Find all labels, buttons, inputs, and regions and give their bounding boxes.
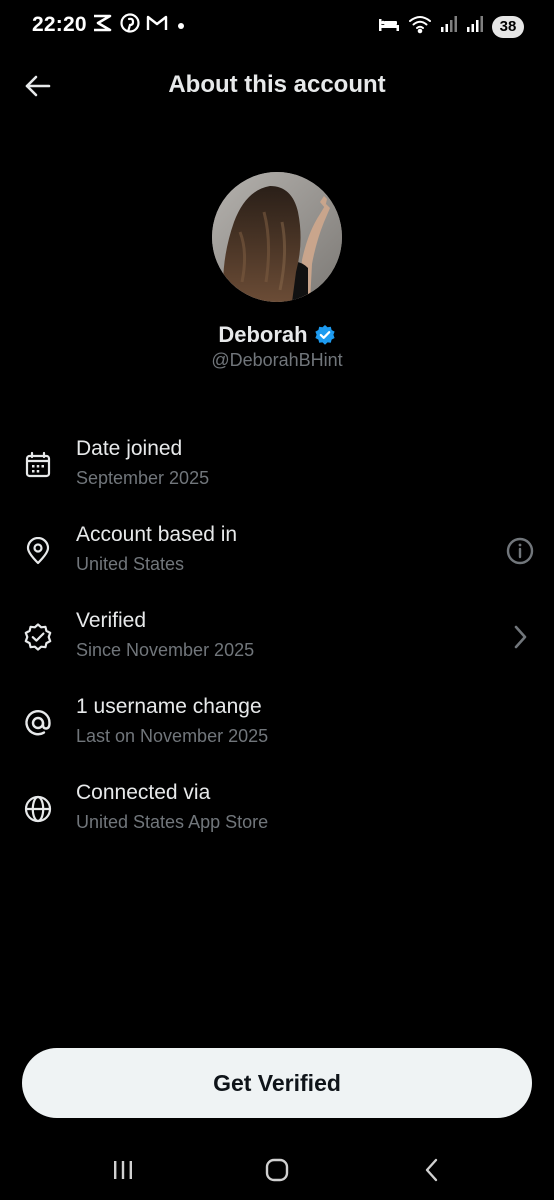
system-nav-bar (0, 1140, 554, 1200)
back-icon (425, 1158, 438, 1182)
info-row-username-change: 1 username change Last on November 2025 (0, 695, 554, 759)
capcut-icon (92, 13, 114, 38)
page-title: About this account (168, 71, 386, 98)
about-account-screen: 22:20 38 About this account Deborah @Deb… (0, 0, 554, 1200)
home-button[interactable] (259, 1154, 295, 1186)
calendar-icon (22, 449, 54, 481)
info-row-verified[interactable]: Verified Since November 2025 (0, 609, 554, 673)
info-title: Verified (76, 609, 147, 632)
recent-apps-button[interactable] (105, 1154, 141, 1186)
info-subtitle: Last on November 2025 (76, 726, 269, 746)
at-sign-icon (22, 707, 54, 739)
verified-badge-outline-icon (22, 621, 54, 653)
notification-dot (178, 22, 184, 29)
chevron-right-button[interactable] (504, 621, 536, 653)
signal-icon (440, 15, 458, 38)
home-icon (265, 1158, 289, 1182)
info-title: Connected via (76, 781, 211, 804)
wifi-icon (408, 14, 432, 39)
chevron-right-icon (514, 625, 527, 649)
info-circle-button[interactable] (504, 535, 536, 567)
info-subtitle: September 2025 (76, 468, 210, 488)
verified-badge-icon (315, 325, 335, 345)
signal-icon (466, 15, 484, 38)
info-subtitle: United States (76, 554, 185, 574)
profile-name: Deborah (218, 322, 308, 347)
info-row-account-location: Account based in United States (0, 523, 554, 587)
avatar[interactable] (212, 172, 342, 302)
info-row-date-joined: Date joined September 2025 (0, 437, 554, 501)
profile-photo (212, 172, 342, 302)
status-left-icons (92, 13, 184, 38)
info-title: 1 username change (76, 695, 262, 718)
battery-icon: 38 (492, 15, 524, 38)
gmail-icon (146, 14, 168, 37)
status-right-icons: 38 (378, 14, 524, 39)
get-verified-button[interactable]: Get Verified (22, 1048, 532, 1118)
location-pin-icon (22, 535, 54, 567)
sleep-mode-icon (378, 15, 400, 38)
status-time: 22:20 (32, 13, 87, 36)
info-title: Date joined (76, 437, 183, 460)
info-title: Account based in (76, 523, 238, 546)
system-back-button[interactable] (414, 1154, 450, 1186)
globe-icon (22, 793, 54, 825)
info-subtitle: Since November 2025 (76, 640, 255, 660)
info-subtitle: United States App Store (76, 812, 269, 832)
pinterest-icon (120, 13, 140, 38)
top-app-bar: About this account (0, 58, 554, 114)
profile-name-row: Deborah (0, 322, 554, 348)
recent-apps-icon (114, 1161, 132, 1179)
info-circle-icon (506, 537, 534, 565)
status-bar: 22:20 38 (0, 0, 554, 52)
info-row-connected-via: Connected via United States App Store (0, 781, 554, 845)
profile-handle: @DeborahBHint (211, 350, 343, 370)
